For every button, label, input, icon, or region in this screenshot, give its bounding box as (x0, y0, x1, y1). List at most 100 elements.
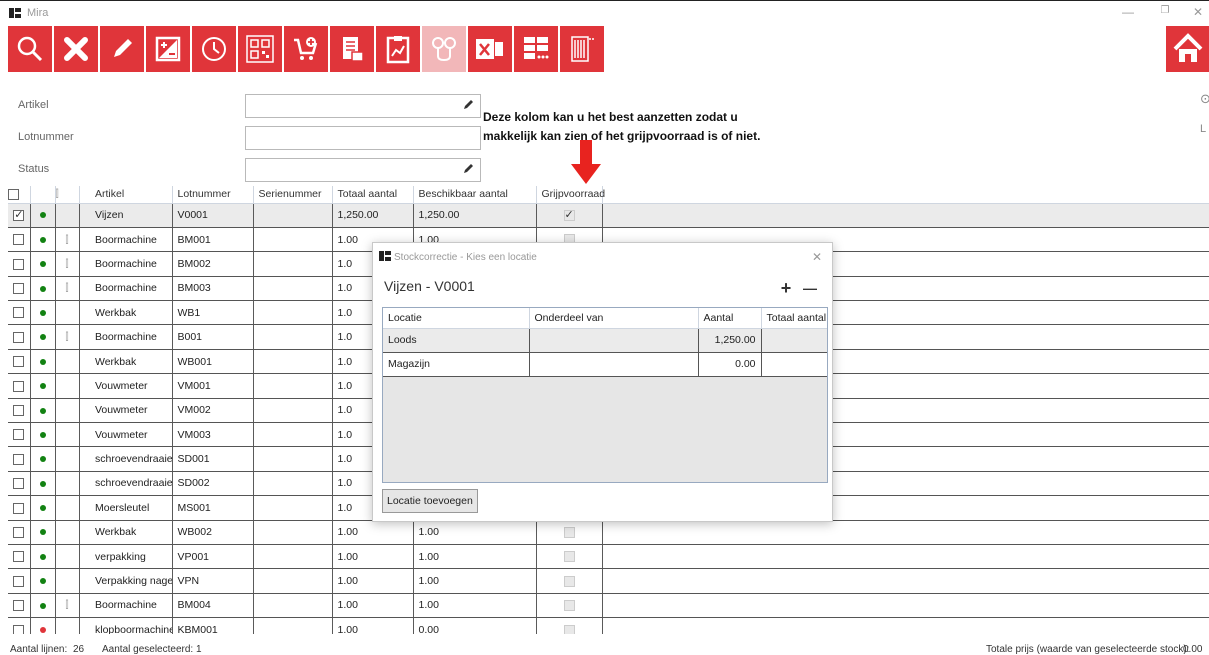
row-checkbox[interactable] (13, 502, 25, 514)
column-header-artikel[interactable]: Artikel (90, 186, 173, 204)
stock-correction-button[interactable] (146, 26, 190, 72)
row-select-cell[interactable] (8, 276, 31, 302)
attachment-cell[interactable]: ⫿ (55, 593, 80, 619)
history-button[interactable] (192, 26, 236, 72)
row-checkbox[interactable] (13, 258, 25, 270)
row-select-cell[interactable] (8, 568, 31, 594)
paperclip-icon[interactable]: ⫿ (65, 600, 68, 611)
row-checkbox[interactable] (13, 234, 25, 246)
row-checkbox[interactable] (13, 575, 25, 587)
row-select-cell[interactable] (8, 471, 31, 497)
attachment-header[interactable]: ⫿ (55, 186, 80, 204)
paperclip-icon[interactable]: ⫿ (65, 235, 68, 246)
row-select-cell[interactable] (8, 593, 31, 619)
paperclip-icon[interactable]: ⫿ (65, 332, 68, 343)
row-select-cell[interactable] (8, 203, 31, 228)
edit-button[interactable] (100, 26, 144, 72)
table-row[interactable]: verpakking VP001 1.00 1.00 (8, 544, 1209, 570)
pencil-icon[interactable] (462, 99, 474, 111)
row-checkbox[interactable] (13, 307, 25, 319)
paperclip-icon[interactable]: ⫿ (65, 283, 68, 294)
attachment-cell[interactable]: ⫿ (55, 324, 80, 350)
qr-code-button[interactable] (238, 26, 282, 72)
barcode-print-button[interactable] (560, 26, 604, 72)
remove-icon[interactable]: — (801, 280, 819, 298)
column-header-totaal-aantal[interactable]: Totaal aantal (761, 308, 827, 329)
status-input[interactable] (245, 158, 481, 182)
column-settings-button[interactable] (514, 26, 558, 72)
add-location-button[interactable]: Locatie toevoegen (382, 489, 478, 513)
serienummer-cell (253, 227, 333, 253)
attachment-cell[interactable]: ⫿ (55, 276, 80, 302)
row-checkbox[interactable] (13, 453, 25, 465)
attachment-cell[interactable]: ⫿ (55, 251, 80, 277)
row-checkbox[interactable] (13, 356, 25, 368)
column-header-locatie[interactable]: Locatie (383, 308, 530, 329)
row-checkbox[interactable] (13, 283, 25, 295)
row-checkbox[interactable] (13, 526, 25, 538)
select-all-header[interactable] (8, 186, 31, 204)
column-header-beschikbaar[interactable]: Beschikbaar aantal (413, 186, 537, 204)
report-button[interactable] (376, 26, 420, 72)
row-checkbox[interactable] (13, 405, 25, 417)
column-header-aantal[interactable]: Aantal (698, 308, 762, 329)
aantal-cell[interactable]: 1,250.00 (698, 328, 762, 353)
row-select-cell[interactable] (8, 227, 31, 253)
aantal-cell[interactable]: 0.00 (698, 352, 762, 377)
row-select-cell[interactable] (8, 373, 31, 399)
column-header-totaal[interactable]: Totaal aantal (332, 186, 414, 204)
table-row[interactable]: VijzenV0001 1,250.001,250.00 (8, 203, 1209, 228)
minimize-button[interactable]: — (1120, 5, 1136, 19)
table-row[interactable]: klopboormachine KBM001 1.00 0.00 (8, 617, 1209, 634)
row-checkbox[interactable] (13, 600, 25, 612)
row-select-cell[interactable] (8, 495, 31, 521)
row-select-cell[interactable] (8, 300, 31, 326)
locations-button[interactable] (422, 26, 466, 72)
select-all-checkbox[interactable] (8, 188, 19, 200)
location-row[interactable]: Magazijn 0.00 (383, 352, 827, 377)
status-label: Status (18, 163, 50, 175)
table-row[interactable]: ⫿ Boormachine BM004 1.00 1.00 (8, 593, 1209, 619)
row-select-cell[interactable] (8, 251, 31, 277)
help-icon[interactable]: ⊙ (1200, 91, 1209, 107)
pencil-icon[interactable] (462, 163, 474, 175)
artikel-input[interactable] (245, 94, 481, 118)
row-select-cell[interactable] (8, 349, 31, 375)
row-select-cell[interactable] (8, 617, 31, 634)
export-excel-button[interactable] (468, 26, 512, 72)
row-checkbox[interactable] (13, 331, 25, 343)
table-row[interactable]: Verpakking nagelsVPN 1.001.00 (8, 568, 1209, 594)
add-to-cart-button[interactable] (284, 26, 328, 72)
column-header-lotnummer[interactable]: Lotnummer (172, 186, 254, 204)
row-select-cell[interactable] (8, 324, 31, 350)
lotnummer-input[interactable] (245, 126, 481, 150)
row-checkbox[interactable] (13, 551, 25, 563)
dialog-close-icon[interactable]: ✕ (812, 250, 822, 264)
paperclip-icon[interactable]: ⫿ (65, 259, 68, 270)
stock-document-button[interactable] (330, 26, 374, 72)
column-header-grijpvoorraad[interactable]: Grijpvoorraad (536, 186, 605, 204)
row-select-cell[interactable] (8, 446, 31, 472)
home-button[interactable] (1166, 26, 1209, 72)
status-dot-icon (39, 212, 46, 219)
search-button[interactable] (8, 26, 52, 72)
side-icon[interactable]: L (1200, 123, 1206, 135)
row-select-cell[interactable] (8, 422, 31, 448)
add-icon[interactable]: + (777, 279, 795, 298)
row-checkbox[interactable] (13, 624, 25, 634)
close-window-button[interactable]: ✕ (1190, 5, 1206, 19)
row-select-cell[interactable] (8, 520, 31, 545)
row-select-cell[interactable] (8, 398, 31, 424)
row-checkbox[interactable] (13, 478, 25, 490)
location-row[interactable]: Loods 1,250.00 (383, 328, 827, 353)
attachment-cell[interactable]: ⫿ (55, 227, 80, 253)
restore-button[interactable]: ❐ (1157, 5, 1173, 16)
column-header-serienummer[interactable]: Serienummer (253, 186, 333, 204)
row-select-cell[interactable] (8, 544, 31, 570)
delete-button[interactable] (54, 26, 98, 72)
row-checkbox[interactable] (13, 380, 25, 392)
column-header-onderdeel[interactable]: Onderdeel van (529, 308, 699, 329)
row-checkbox[interactable] (13, 208, 25, 221)
table-row[interactable]: Werkbak WB002 1.00 1.00 (8, 520, 1209, 545)
row-checkbox[interactable] (13, 429, 25, 441)
